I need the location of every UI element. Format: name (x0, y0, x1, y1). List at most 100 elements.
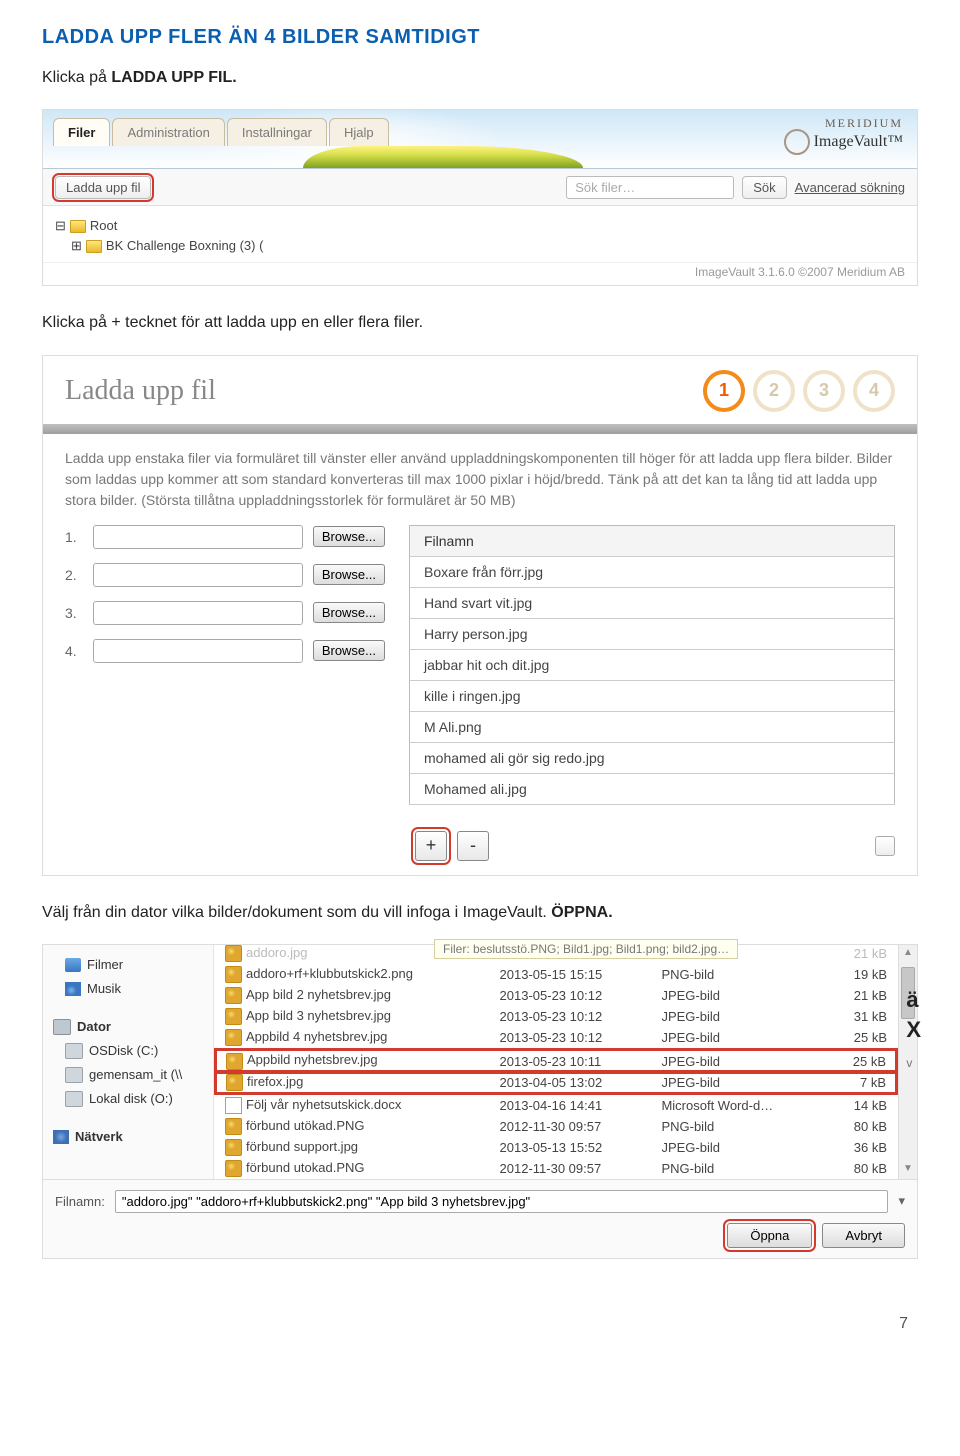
nav-lokal[interactable]: Lokal disk (O:) (89, 1089, 173, 1109)
instruction-3-lead: Välj från din dator vilka bilder/dokumen… (42, 904, 551, 921)
product-logo: MERIDIUM ImageVault™ (784, 116, 903, 155)
music-icon (65, 982, 81, 996)
file-row[interactable]: jabbar hit och dit.jpg (410, 649, 895, 680)
image-file-icon (225, 1160, 242, 1177)
instruction-3: Välj från din dator vilka bilder/dokumen… (42, 902, 918, 924)
tree-expand-icon[interactable]: ⊞ (71, 236, 82, 256)
step-1[interactable]: 1 (703, 370, 745, 412)
scroll-up-icon[interactable]: ▲ (901, 947, 915, 961)
tab-hjalp[interactable]: Hjalp (329, 118, 389, 146)
tree-child-label[interactable]: BK Challenge Boxning (3) ( (106, 236, 264, 256)
image-file-icon (225, 1029, 242, 1046)
image-file-icon (226, 1053, 243, 1070)
file-row[interactable]: mohamed ali gör sig redo.jpg (410, 742, 895, 773)
search-button[interactable]: Sök (742, 176, 786, 199)
file-row[interactable]: Följ vår nyhetsutskick.docx2013-04-16 14… (215, 1094, 897, 1116)
tree-root-label[interactable]: Root (90, 216, 117, 236)
file-row[interactable]: förbund utokad.PNG2012-11-30 09:57PNG-bi… (215, 1158, 897, 1179)
cropped-text-icon: äXv (906, 985, 921, 1078)
file-row[interactable]: kille i ringen.jpg (410, 680, 895, 711)
dropdown-icon[interactable]: ▾ (898, 1193, 905, 1209)
film-icon (65, 958, 81, 972)
step-2[interactable]: 2 (753, 370, 795, 412)
image-file-icon (225, 966, 242, 983)
instruction-3-bold: ÖPPNA. (551, 904, 612, 921)
remove-files-button[interactable]: - (457, 831, 489, 861)
instruction-1: Klicka på LADDA UPP FIL. (42, 67, 918, 89)
nav-dator[interactable]: Dator (77, 1017, 111, 1037)
upload-file-button[interactable]: Ladda upp fil (55, 176, 151, 199)
file-row[interactable]: Appbild nyhetsbrev.jpg2013-05-23 10:11JP… (215, 1049, 897, 1071)
nav-musik[interactable]: Musik (87, 979, 121, 999)
file-row[interactable]: Harry person.jpg (410, 618, 895, 649)
file-list[interactable]: addoro.jpg21 kBaddoro+rf+klubbutskick2.p… (214, 943, 898, 1179)
image-file-icon (225, 1008, 242, 1025)
scroll-down-icon[interactable]: ▼ (901, 1163, 915, 1177)
tab-administration[interactable]: Administration (112, 118, 224, 146)
step-4[interactable]: 4 (853, 370, 895, 412)
column-filename: Filnamn (410, 525, 895, 556)
nav-filmer[interactable]: Filmer (87, 955, 123, 975)
image-file-icon (225, 1118, 242, 1135)
nav-sidebar[interactable]: Filmer Musik Dator OSDisk (C:) gemensam_… (43, 945, 214, 1179)
single-upload-form: 1.Browse... 2.Browse... 3.Browse... 4.Br… (65, 525, 385, 805)
cancel-button[interactable]: Avbryt (822, 1223, 905, 1248)
add-files-button[interactable]: + (415, 831, 447, 861)
folder-tree[interactable]: ⊟ Root ⊞ BK Challenge Boxning (3) ( (55, 216, 905, 256)
filename-input[interactable] (115, 1190, 889, 1213)
upload-dialog-title: Ladda upp fil (65, 375, 216, 407)
browse-button-1[interactable]: Browse... (313, 526, 385, 547)
file-field-1[interactable] (93, 525, 303, 549)
swirl-icon (784, 129, 810, 155)
image-file-icon (226, 1074, 243, 1091)
image-file-icon (225, 987, 242, 1004)
word-doc-icon (225, 1097, 242, 1114)
expand-icon[interactable] (875, 836, 895, 856)
logo-product: ImageVault™ (814, 133, 903, 151)
screenshot-imagevault-toolbar: Filer Administration Installningar Hjalp… (42, 109, 918, 286)
file-row[interactable]: App bild 3 nyhetsbrev.jpg2013-05-23 10:1… (215, 1006, 897, 1027)
image-file-icon (225, 1139, 242, 1156)
nav-natverk[interactable]: Nätverk (75, 1127, 123, 1147)
file-row[interactable]: Appbild 4 nyhetsbrev.jpg2013-05-23 10:12… (215, 1027, 897, 1049)
file-row[interactable]: firefox.jpg2013-04-05 13:02JPEG-bild7 kB (215, 1072, 897, 1094)
wizard-steps: 1 2 3 4 (703, 370, 895, 412)
browse-button-4[interactable]: Browse... (313, 640, 385, 661)
file-row[interactable]: addoro+rf+klubbutskick2.png2013-05-15 15… (215, 964, 897, 985)
file-field-2[interactable] (93, 563, 303, 587)
instruction-2: Klicka på + tecknet för att ladda upp en… (42, 312, 918, 334)
file-row[interactable]: App bild 2 nyhetsbrev.jpg2013-05-23 10:1… (215, 985, 897, 1006)
instruction-1-bold: LADDA UPP FIL. (111, 69, 236, 86)
search-input[interactable]: Sök filer… (566, 176, 734, 199)
advanced-search-link[interactable]: Avancerad sökning (795, 180, 905, 195)
file-row[interactable]: M Ali.png (410, 711, 895, 742)
divider-bar (43, 424, 917, 434)
folder-icon (70, 220, 86, 233)
nav-osdisk[interactable]: OSDisk (C:) (89, 1041, 158, 1061)
drive-icon (65, 1067, 83, 1083)
file-row[interactable]: Mohamed ali.jpg (410, 773, 895, 804)
upload-description: Ladda upp enstaka filer via formuläret t… (43, 448, 917, 525)
folder-icon (86, 240, 102, 253)
browse-button-3[interactable]: Browse... (313, 602, 385, 623)
file-row[interactable]: förbund utökad.PNG2012-11-30 09:57PNG-bi… (215, 1116, 897, 1137)
open-button[interactable]: Öppna (727, 1223, 812, 1248)
step-3[interactable]: 3 (803, 370, 845, 412)
image-file-icon (225, 945, 242, 962)
file-field-4[interactable] (93, 639, 303, 663)
file-field-3[interactable] (93, 601, 303, 625)
tab-installningar[interactable]: Installningar (227, 118, 327, 146)
nav-gemensam[interactable]: gemensam_it (\\ (89, 1065, 182, 1085)
file-row[interactable]: Boxare från förr.jpg (410, 556, 895, 587)
filter-tooltip: Filer: beslutsstö.PNG; Bild1.jpg; Bild1.… (434, 939, 738, 959)
row-number: 4. (65, 643, 83, 659)
uploaded-files-table: Filnamn Boxare från förr.jpg Hand svart … (409, 525, 895, 805)
file-row[interactable]: förbund support.jpg2013-05-13 15:52JPEG-… (215, 1137, 897, 1158)
page-heading: LADDA UPP FLER ÄN 4 BILDER SAMTIDIGT (42, 26, 918, 49)
tree-collapse-icon[interactable]: ⊟ (55, 216, 66, 236)
tab-filer[interactable]: Filer (53, 118, 110, 146)
network-icon (53, 1130, 69, 1144)
browse-button-2[interactable]: Browse... (313, 564, 385, 585)
file-row[interactable]: Hand svart vit.jpg (410, 587, 895, 618)
screenshot-upload-dialog: Ladda upp fil 1 2 3 4 Ladda upp enstaka … (42, 355, 918, 876)
